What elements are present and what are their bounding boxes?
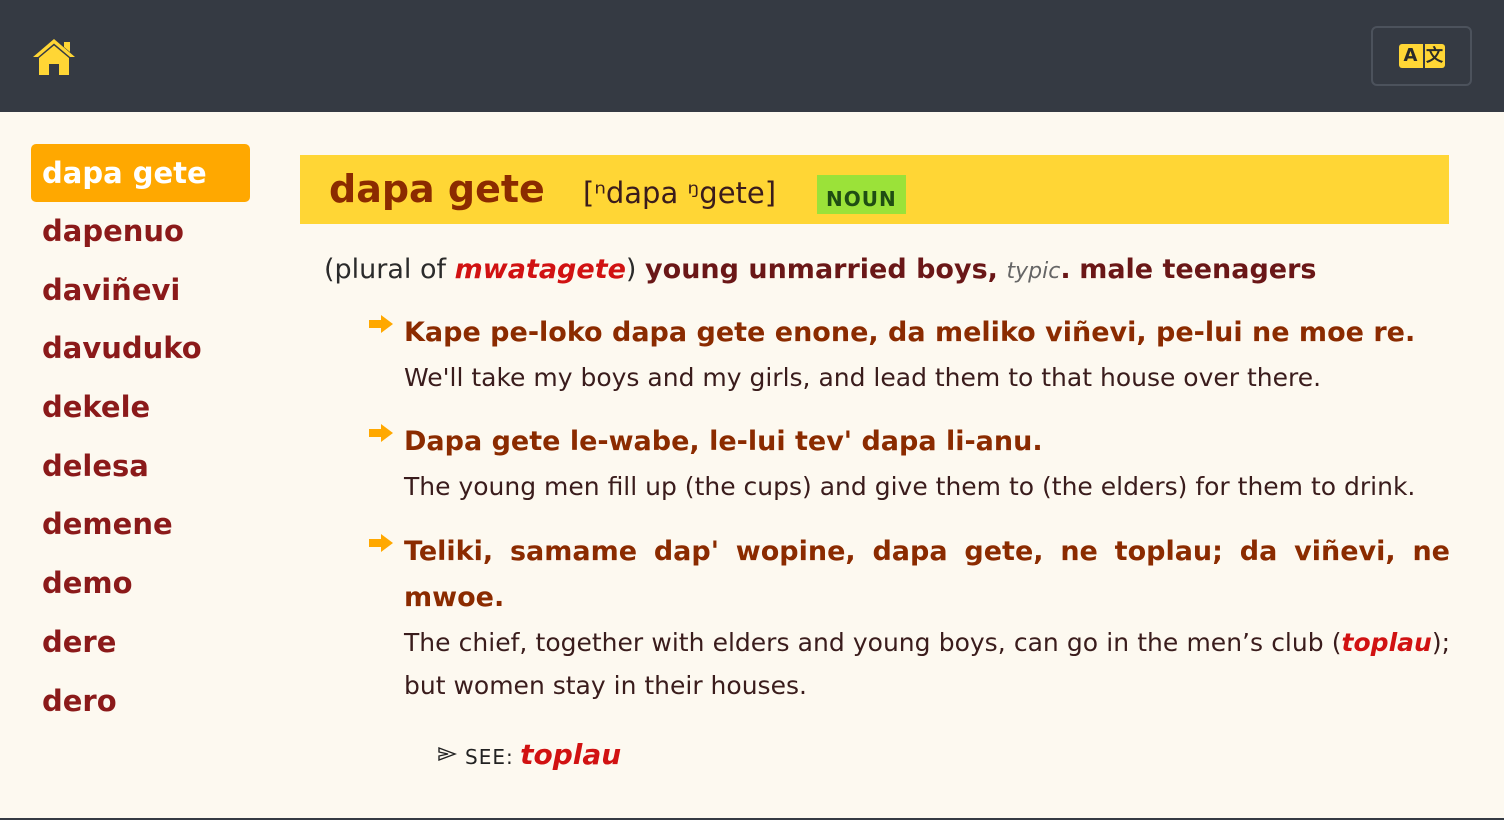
translate-icon-b: 文 — [1422, 44, 1445, 68]
home-icon — [33, 39, 75, 75]
see-also-link[interactable]: toplau — [520, 738, 621, 771]
sidebar-item-davinevi[interactable]: daviñevi — [31, 261, 250, 320]
example-vernacular: Dapa gete le-wabe, le-lui tev' dapa li-a… — [404, 426, 1043, 457]
see-also: SEE: toplau — [437, 738, 621, 771]
top-bar: A 文 — [0, 0, 1504, 112]
example-translation: The young men fill up (the cups) and giv… — [404, 472, 1416, 501]
example-3: Teliki, samame dap' wopine, dapa gete, n… — [369, 529, 1450, 707]
see-label: SEE: — [465, 745, 514, 769]
plural-link[interactable]: mwatagete — [455, 254, 626, 285]
definition-suffix: ) — [625, 254, 637, 285]
right-arrow-icon — [369, 424, 393, 442]
sidebar-item-dapenuo[interactable]: dapenuo — [31, 202, 250, 261]
pronunciation: [ⁿdapa ᵑgete] — [583, 176, 777, 210]
sidebar-item-dekele[interactable]: dekele — [31, 378, 250, 437]
language-button[interactable]: A 文 — [1371, 26, 1472, 86]
example-1: Kape pe-loko dapa gete enone, da meliko … — [369, 310, 1450, 399]
example-translation: The chief, together with elders and youn… — [404, 621, 1450, 707]
sidebar-item-delesa[interactable]: delesa — [31, 437, 250, 496]
right-arrow-icon — [369, 534, 393, 552]
sidebar-item-dapa-gete[interactable]: dapa gete — [31, 144, 250, 202]
example-vernacular: Teliki, samame dap' wopine, dapa gete, n… — [404, 536, 1450, 613]
word-list: dapa gete dapenuo daviñevi davuduko deke… — [31, 144, 250, 730]
definition-prefix: (plural of — [324, 254, 455, 285]
translate-icon: A 文 — [1398, 44, 1445, 68]
entry-header: dapa gete [ⁿdapa ᵑgete] NOUN — [300, 155, 1449, 224]
definition-gloss-1: young unmarried boys, — [645, 254, 998, 285]
definition-typic: typic — [1006, 259, 1061, 284]
translate-icon-a: A — [1398, 44, 1423, 68]
right-arrow-icon — [369, 315, 393, 333]
sidebar-item-demo[interactable]: demo — [31, 554, 250, 613]
definition-gloss-2: male teenagers — [1079, 254, 1317, 285]
toplau-link[interactable]: toplau — [1342, 628, 1432, 657]
sidebar-item-dere[interactable]: dere — [31, 613, 250, 672]
example-translation: We'll take my boys and my girls, and lea… — [404, 363, 1322, 392]
example-vernacular: Kape pe-loko dapa gete enone, da meliko … — [404, 317, 1416, 348]
sidebar-item-dero[interactable]: dero — [31, 672, 250, 731]
sidebar-item-davuduko[interactable]: davuduko — [31, 319, 250, 378]
pointer-arrow-icon — [438, 746, 457, 762]
part-of-speech-badge: NOUN — [817, 175, 906, 214]
definition: (plural of mwatagete) young unmarried bo… — [324, 254, 1317, 285]
example-translation-before: The chief, together with elders and youn… — [404, 628, 1342, 657]
sidebar-item-demene[interactable]: demene — [31, 495, 250, 554]
home-button[interactable] — [30, 36, 78, 78]
headword: dapa gete — [329, 167, 545, 211]
example-2: Dapa gete le-wabe, le-lui tev' dapa li-a… — [369, 419, 1450, 508]
